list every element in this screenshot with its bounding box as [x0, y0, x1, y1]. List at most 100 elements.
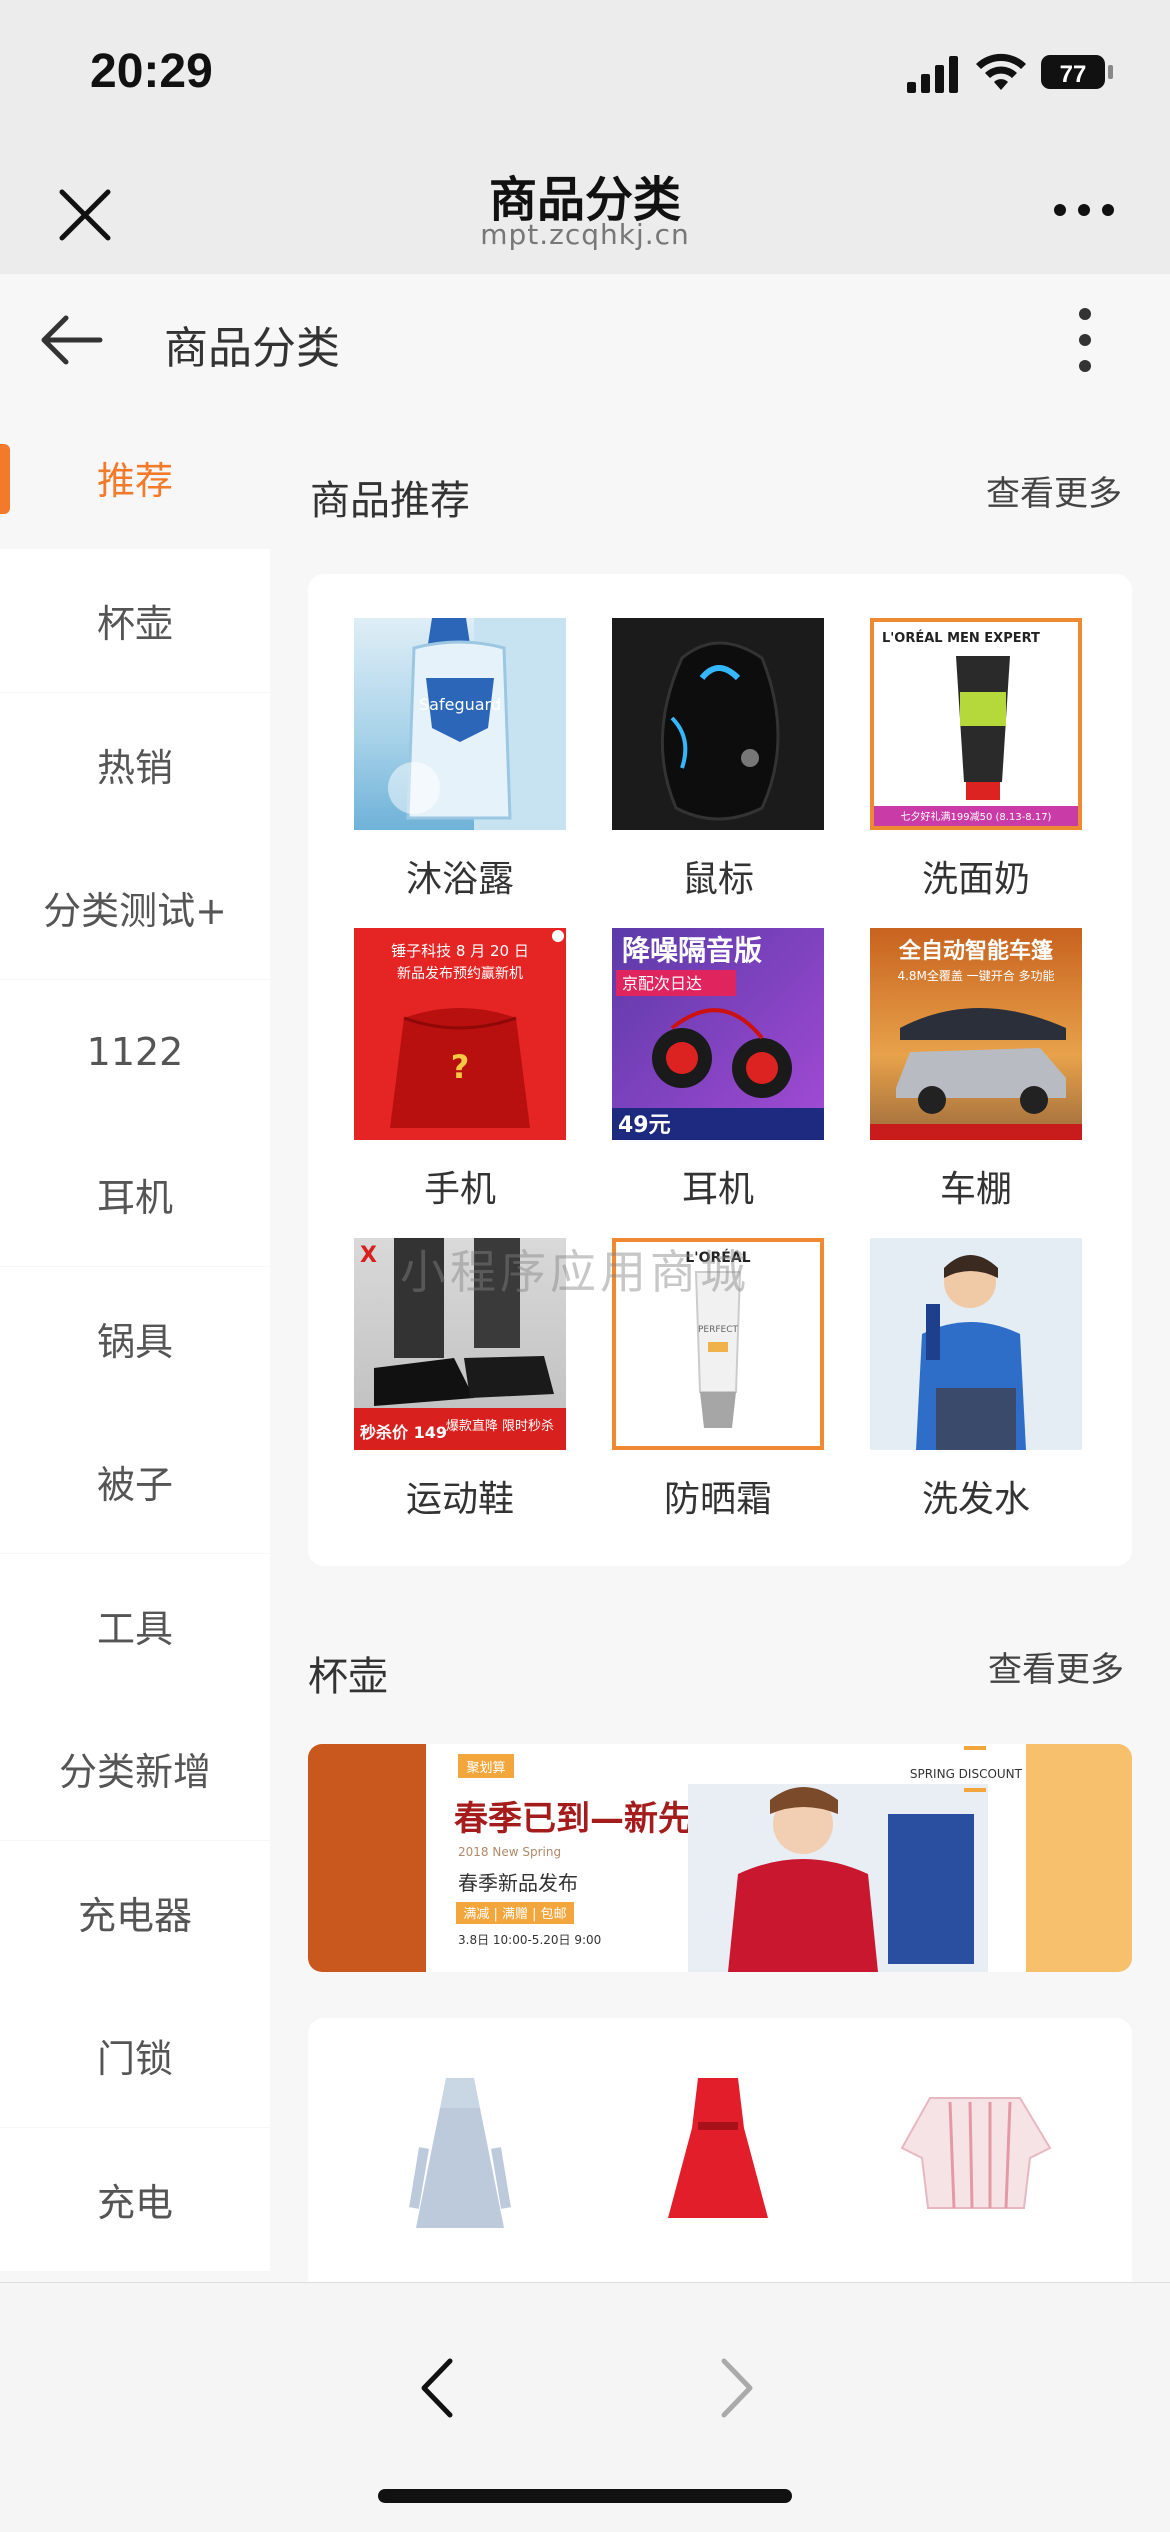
product-image-price: 49元 — [618, 1113, 671, 1138]
watermark-text: 小程序应用商城 — [400, 1245, 750, 1299]
product-mouse[interactable]: 鼠标 — [612, 618, 824, 902]
view-more-cups-link[interactable]: 查看更多 — [988, 1642, 1124, 1691]
status-time: 20:29 — [90, 45, 213, 98]
kebab-menu-icon[interactable] — [1070, 304, 1100, 376]
product-image-text: 降噪隔音版 — [622, 934, 762, 967]
product-image — [612, 2058, 824, 2270]
view-more-recommend-link[interactable]: 查看更多 — [986, 466, 1122, 515]
product-image: Safeguard — [354, 618, 566, 830]
product-image: 锤子科技 8 月 20 日 新品发布预约赢新机 ? — [354, 928, 566, 1140]
page-title: 商品分类 — [164, 323, 340, 374]
sidebar-item-label: 分类测试+ — [43, 889, 227, 933]
product-image-text: Safeguard — [419, 695, 501, 714]
back-arrow-icon[interactable] — [36, 310, 106, 370]
sidebar-item-quilts[interactable]: 被子 — [0, 1410, 270, 1553]
product-image-text: 全自动智能车篷 — [898, 938, 1053, 964]
banner-sub: 春季新品发布 — [458, 1871, 578, 1895]
product-facial-cleanser[interactable]: L'ORÉAL MEN EXPERT 七夕好礼满199减50 (8.13-8.1… — [870, 618, 1082, 902]
sidebar-item-label: 推荐 — [96, 459, 173, 503]
chevron-right-icon[interactable] — [712, 2353, 762, 2423]
sidebar-item-label: 热销 — [96, 746, 173, 790]
battery-icon: 77 — [1041, 55, 1113, 89]
product-label: 洗面奶 — [921, 859, 1030, 900]
product-label: 防晒霜 — [663, 1479, 772, 1520]
cups-promo-banner[interactable]: 聚划算 春季已到—新先行 2018 New Spring 春季新品发布 满减 |… — [308, 1744, 1132, 1972]
status-bar: 20:29 77 — [0, 0, 1170, 140]
banner-tags: 满减 | 满赠 | 包邮 — [463, 1907, 566, 1922]
banner-date: 3.8日 10:00-5.20日 9:00 — [458, 1933, 601, 1947]
sidebar-item-label: 杯壶 — [96, 602, 173, 646]
sidebar-item-1122[interactable]: 1122 — [0, 980, 270, 1123]
banner-headline: 春季已到—新先行 — [454, 1799, 726, 1839]
sidebar-item-cookware[interactable]: 锅具 — [0, 1267, 270, 1410]
product-image-caption: PERFECT — [698, 1325, 739, 1335]
product-image-caption: 4.8M全覆盖 一键开合 多功能 — [897, 968, 1054, 983]
cellular-signal-icon — [907, 56, 958, 93]
category-sidebar: 推荐 杯壶 热销 分类测试+ 1122 耳机 锅具 被子 工具 分类新增 充电器… — [0, 406, 270, 2282]
product-shower-gel[interactable]: Safeguard 沐浴露 — [354, 618, 566, 902]
product-dress-blue[interactable] — [354, 2058, 566, 2270]
product-dress-red[interactable] — [612, 2058, 824, 2270]
product-label: 洗发水 — [921, 1479, 1030, 1520]
product-shampoo[interactable]: 洗发水 — [870, 1238, 1082, 1522]
sidebar-item-charging[interactable]: 充电 — [0, 2128, 270, 2271]
battery-level: 77 — [1060, 61, 1087, 88]
svg-text:X: X — [360, 1243, 377, 1268]
cups-products-card — [308, 2018, 1132, 2282]
sidebar-item-cups[interactable]: 杯壶 — [0, 549, 270, 692]
sidebar-item-label: 耳机 — [96, 1176, 173, 1220]
product-image-caption: 京配次日达 — [622, 974, 702, 993]
sidebar-item-new-category[interactable]: 分类新增 — [0, 1697, 270, 1840]
product-label: 沐浴露 — [405, 859, 514, 900]
sidebar-item-label: 工具 — [96, 1607, 173, 1651]
main-content: 商品推荐 查看更多 Safeguard 沐浴露 鼠标 L'ORÉAL MEN E… — [270, 406, 1170, 2282]
sidebar-item-label: 充电 — [96, 2181, 173, 2225]
active-indicator — [0, 444, 10, 514]
section-title-recommend: 商品推荐 — [310, 478, 470, 524]
sidebar-item-label: 分类新增 — [58, 1750, 211, 1794]
product-image-text: 秒杀价 149 — [360, 1423, 447, 1442]
sidebar-item-earphones[interactable]: 耳机 — [0, 1123, 270, 1266]
product-image — [870, 1238, 1082, 1450]
section-title-cups: 杯壶 — [308, 1654, 388, 1700]
product-image-text: 锤子科技 8 月 20 日 — [391, 942, 529, 960]
product-car-shelter[interactable]: 全自动智能车篷 4.8M全覆盖 一键开合 多功能 车棚 — [870, 928, 1082, 1212]
product-blouse-striped[interactable] — [870, 2058, 1082, 2270]
product-image: 降噪隔音版 京配次日达 49元 — [612, 928, 824, 1140]
product-image-caption: 七夕好礼满199减50 (8.13-8.17) — [901, 810, 1052, 823]
sidebar-item-label: 被子 — [96, 1463, 173, 1507]
product-image — [612, 618, 824, 830]
sidebar-item-category-test[interactable]: 分类测试+ — [0, 836, 270, 979]
navbar-domain: mpt.zcqhkj.cn — [480, 218, 690, 251]
svg-text:?: ? — [451, 1048, 470, 1086]
product-phone[interactable]: 锤子科技 8 月 20 日 新品发布预约赢新机 ? 手机 — [354, 928, 566, 1212]
product-image-text: L'ORÉAL MEN EXPERT — [882, 630, 1040, 646]
banner-badge: 聚划算 — [466, 1761, 505, 1776]
sidebar-item-label: 充电器 — [77, 1894, 192, 1938]
banner-sub-en: 2018 New Spring — [458, 1845, 561, 1859]
product-label: 耳机 — [681, 1169, 754, 1210]
product-label: 运动鞋 — [405, 1479, 514, 1520]
product-earphones[interactable]: 降噪隔音版 京配次日达 49元 耳机 — [612, 928, 824, 1212]
sidebar-item-label: 门锁 — [96, 2037, 173, 2081]
product-image — [354, 2058, 566, 2270]
sidebar-item-recommend[interactable]: 推荐 — [0, 406, 270, 549]
sidebar-item-label: 1122 — [86, 1029, 184, 1074]
recommend-products-card: Safeguard 沐浴露 鼠标 L'ORÉAL MEN EXPERT 七夕好礼… — [308, 574, 1132, 1566]
product-image-caption: 新品发布预约赢新机 — [397, 965, 523, 982]
banner-corner: SPRING DISCOUNT — [910, 1767, 1023, 1781]
mini-program-navbar: 商品分类 mpt.zcqhkj.cn — [0, 140, 1170, 274]
more-options-icon[interactable] — [1052, 198, 1116, 222]
sidebar-item-hot[interactable]: 热销 — [0, 693, 270, 836]
wifi-icon — [976, 53, 1026, 90]
chevron-left-icon[interactable] — [412, 2353, 462, 2423]
product-image-caption: 爆款直降 限时秒杀 — [446, 1419, 554, 1434]
product-image: 全自动智能车篷 4.8M全覆盖 一键开合 多功能 — [870, 928, 1082, 1140]
home-indicator — [378, 2489, 792, 2503]
product-label: 手机 — [423, 1169, 496, 1210]
page-header: 商品分类 — [0, 274, 1170, 406]
sidebar-item-label: 锅具 — [96, 1320, 173, 1364]
sidebar-item-door-locks[interactable]: 门锁 — [0, 1984, 270, 2127]
sidebar-item-chargers[interactable]: 充电器 — [0, 1841, 270, 1984]
sidebar-item-tools[interactable]: 工具 — [0, 1554, 270, 1697]
